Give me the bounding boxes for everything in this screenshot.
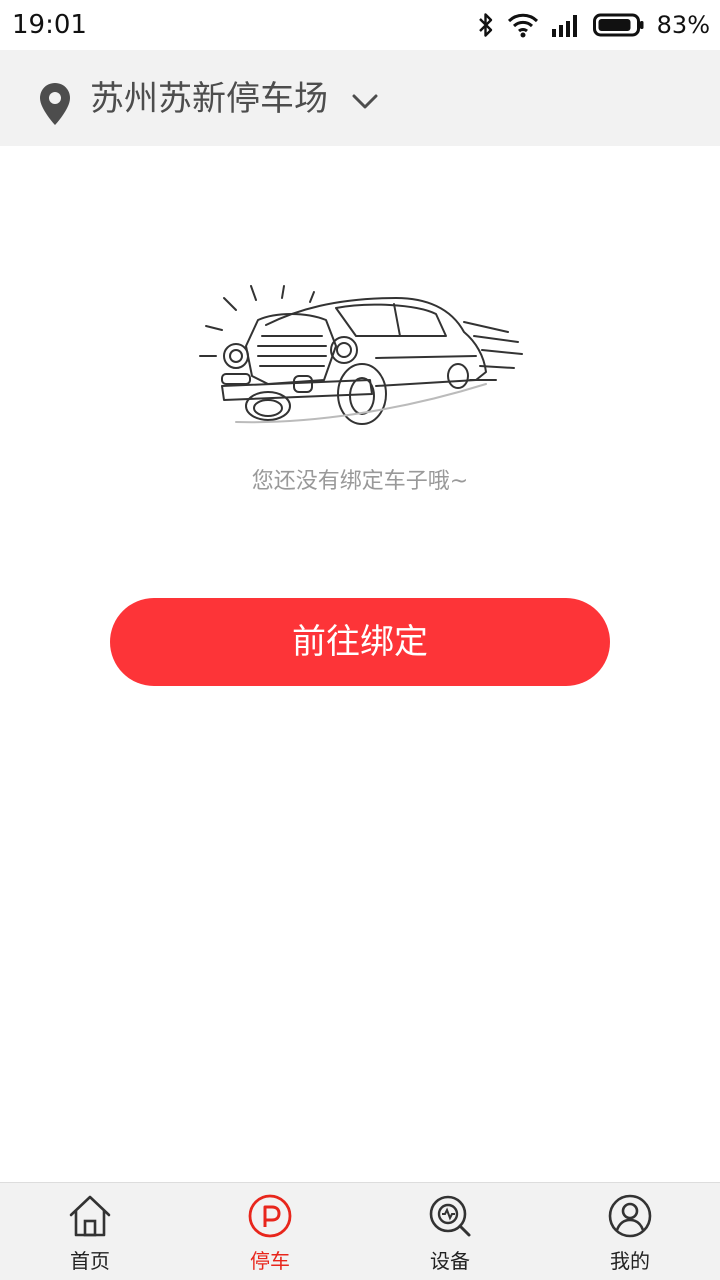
device-search-icon bbox=[429, 1195, 471, 1237]
location-selector[interactable]: 苏州苏新停车场 bbox=[0, 50, 720, 146]
tab-mine[interactable]: 我的 bbox=[540, 1183, 720, 1280]
bluetooth-icon bbox=[478, 13, 492, 37]
user-icon bbox=[608, 1194, 652, 1238]
parking-page: 19:01 83% 苏州苏新停车场 您还没有绑定车子哦~ 前往绑定 首页 停车 … bbox=[0, 0, 720, 1280]
go-bind-button[interactable]: 前往绑定 bbox=[110, 598, 610, 686]
tab-mine-label: 我的 bbox=[610, 1249, 650, 1273]
battery-percentage: 83% bbox=[656, 11, 710, 39]
status-bar: 19:01 83% bbox=[0, 0, 720, 50]
signal-icon bbox=[551, 15, 577, 37]
home-icon bbox=[69, 1195, 111, 1237]
tab-devices-label: 设备 bbox=[430, 1249, 470, 1273]
car-illustration bbox=[199, 285, 523, 425]
battery-icon bbox=[592, 13, 644, 37]
tab-parking[interactable]: 停车 bbox=[180, 1183, 360, 1280]
wifi-icon bbox=[507, 13, 538, 38]
tab-devices[interactable]: 设备 bbox=[360, 1183, 540, 1280]
location-pin-icon bbox=[40, 83, 70, 125]
tab-parking-label: 停车 bbox=[250, 1249, 290, 1273]
parking-icon bbox=[248, 1194, 292, 1238]
bottom-tab-bar: 首页 停车 设备 我的 bbox=[0, 1182, 720, 1280]
parking-lot-name[interactable]: 苏州苏新停车场 bbox=[90, 77, 328, 121]
tab-home-label: 首页 bbox=[70, 1249, 110, 1273]
empty-state-message: 您还没有绑定车子哦~ bbox=[251, 469, 469, 494]
chevron-down-icon[interactable] bbox=[352, 94, 378, 110]
status-icons: 83% bbox=[477, 8, 710, 42]
tab-home[interactable]: 首页 bbox=[0, 1183, 180, 1280]
status-time: 19:01 bbox=[12, 10, 87, 40]
